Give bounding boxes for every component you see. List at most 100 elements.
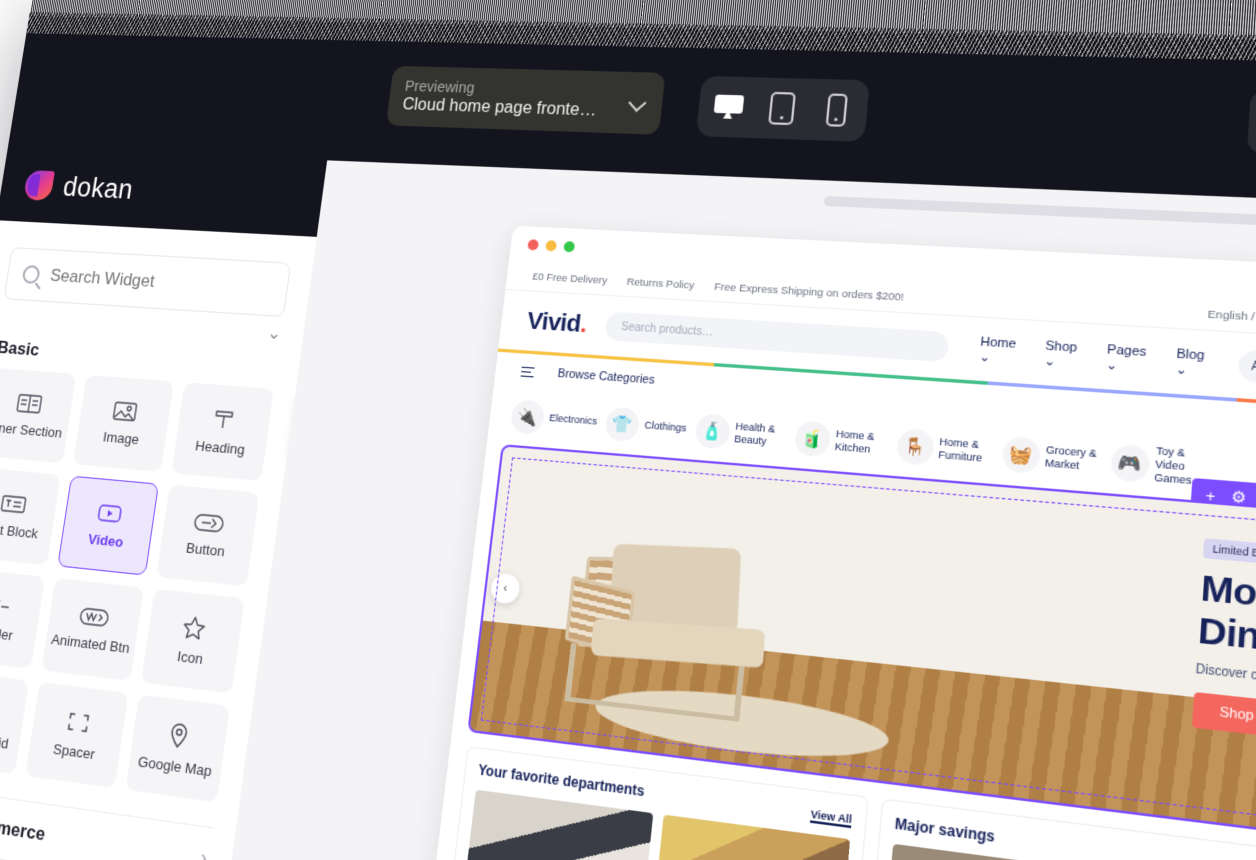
view-all-link[interactable]: View All (809, 808, 853, 829)
device-tablet-button[interactable] (761, 88, 803, 128)
site-search-input[interactable]: Search products… (604, 311, 950, 363)
brand-name: dokan (61, 171, 136, 205)
category-label: Electronics (548, 412, 598, 427)
category-label: Home & Kitchen (834, 427, 876, 455)
preview-site: £0 Free Delivery Returns Policy Free Exp… (418, 261, 1256, 860)
widget-image[interactable]: Image (73, 374, 174, 472)
search-input[interactable] (48, 265, 273, 300)
undo-redo-group[interactable]: ↺ ↻ (1246, 90, 1256, 158)
window-maximize-dot[interactable] (563, 241, 576, 253)
announcement-item: Free Express Shipping on orders $200! (713, 280, 905, 305)
hero-subtitle: Discover our new items. Up to 25% Off ! (1195, 662, 1256, 702)
site-header-actions: All Categories ⌄ ⚲ ♡ Wishlist ⚭ My Accou… (1237, 349, 1256, 403)
editor-canvas: £0 Free Delivery Returns Policy Free Exp… (200, 160, 1256, 860)
category-icon: 🔌 (509, 398, 546, 435)
category-item[interactable]: 🪑 Home & Furniture (895, 427, 993, 470)
chevron-down-icon: ⌄ (266, 322, 283, 344)
plus-icon[interactable]: + (1205, 486, 1216, 505)
search-widget-box[interactable] (3, 247, 292, 318)
category-icon: 🧃 (793, 419, 832, 458)
widget-google-map[interactable]: Google Map (125, 694, 230, 803)
widget-icon[interactable]: Icon (140, 588, 245, 694)
hero-badge: Limited Edition (1202, 538, 1256, 567)
widget-spacer[interactable]: Spacer (25, 682, 129, 789)
widget-label: Heading (194, 437, 246, 458)
category-icon: 🪑 (895, 427, 935, 466)
announcement-item: £0 Free Delivery (531, 270, 608, 288)
hero-title: Modern Dinning Chair (1196, 567, 1256, 678)
text-block-icon (0, 492, 27, 515)
device-mobile-button[interactable] (815, 90, 857, 131)
phone-icon (824, 93, 848, 127)
animated-btn-icon (78, 605, 110, 628)
hero-chair-image (540, 526, 821, 729)
device-desktop-button[interactable] (708, 87, 750, 127)
widget-text-block[interactable]: Text Block (0, 466, 62, 566)
video-play-icon (96, 501, 124, 525)
all-categories-label: All Categories (1250, 359, 1256, 379)
widget-animated-btn[interactable]: Animated Btn (41, 578, 144, 682)
shop-now-button[interactable]: Shop Now (1191, 692, 1256, 742)
widget-label: Text Block (0, 519, 40, 542)
promo-thumbnail (465, 789, 653, 860)
category-label: Home & Furniture (938, 435, 983, 464)
category-icon: 🧺 (1000, 435, 1041, 474)
hero-copy: Limited Edition Modern Dinning Chair Dis… (1191, 536, 1256, 766)
panel-title: Major savings (894, 815, 996, 846)
widget-label: Animated Btn (50, 630, 131, 656)
widget-label: Divider (0, 622, 14, 644)
search-icon (21, 264, 41, 284)
widget-label: Spacer (52, 740, 97, 763)
group-label: Woo Commerce (0, 806, 47, 845)
widget-label: Google Map (137, 752, 213, 780)
widget-button[interactable]: Button (156, 484, 260, 587)
widget-label: Button (185, 538, 227, 560)
star-icon (181, 614, 208, 642)
site-logo[interactable]: Vivid. (526, 307, 588, 339)
canvas-scrollbar[interactable] (823, 195, 1256, 230)
nav-item-blog[interactable]: Blog ⌄ (1175, 347, 1216, 379)
inner-section-icon (15, 392, 42, 414)
widget-label: Icon (176, 647, 205, 668)
laptop-device-frame: Previewing Cloud home page fronte… ↺ (0, 0, 1256, 860)
undo-button[interactable]: ↺ (1247, 90, 1256, 155)
device-preview-switcher[interactable] (695, 75, 870, 142)
previewing-selector[interactable]: Previewing Cloud home page fronte… (385, 65, 666, 135)
button-arrow-icon (193, 511, 225, 533)
widget-dokan-grid[interactable]: Dokan Grid (0, 670, 30, 775)
category-label: Health & Beauty (733, 419, 776, 447)
spacer-icon (65, 708, 92, 735)
nav-item-home[interactable]: Home ⌄ (979, 335, 1027, 367)
nav-item-shop[interactable]: Shop ⌄ (1044, 339, 1088, 371)
category-item[interactable]: 🧃 Home & Kitchen (793, 419, 889, 462)
preview-browser-window: £0 Free Delivery Returns Policy Free Exp… (402, 225, 1256, 860)
browse-categories-label[interactable]: Browse Categories (557, 367, 655, 387)
promo-item[interactable]: Home & furniture (463, 789, 653, 860)
nav-item-pages[interactable]: Pages ⌄ (1106, 342, 1157, 375)
category-item[interactable]: 🔌 Electronics (509, 398, 599, 439)
category-icon: 🎮 (1109, 443, 1151, 483)
window-close-dot[interactable] (527, 239, 540, 251)
widget-label: Inner Section (0, 418, 64, 441)
widget-divider[interactable]: Divider (0, 567, 46, 669)
desktop-icon (713, 95, 744, 120)
widget-inner-section[interactable]: Inner Section (0, 367, 77, 464)
search-placeholder: Search products… (620, 320, 714, 339)
map-pin-icon (167, 720, 191, 749)
hamburger-icon[interactable] (520, 366, 535, 378)
window-minimize-dot[interactable] (545, 240, 558, 252)
chevron-down-icon (627, 93, 648, 113)
category-label: Grocery & Market (1044, 443, 1098, 471)
announcement-item[interactable]: Returns Policy (626, 276, 695, 292)
all-categories-dropdown[interactable]: All Categories ⌄ (1237, 349, 1256, 390)
widget-video[interactable]: Video (57, 475, 159, 576)
image-icon (112, 400, 138, 423)
category-item[interactable]: 👕 Clothings (603, 405, 688, 446)
category-label: Clothings (643, 419, 688, 434)
widget-label: Image (102, 428, 141, 447)
widget-heading[interactable]: Heading (171, 382, 274, 481)
category-item[interactable]: 🧴 Health & Beauty (693, 412, 788, 453)
category-item[interactable]: 🧺 Grocery & Market (1000, 435, 1102, 478)
hero-prev-button[interactable]: ‹ (489, 572, 522, 605)
lang-currency-selector[interactable]: English / USD ⌄ (1207, 308, 1256, 326)
